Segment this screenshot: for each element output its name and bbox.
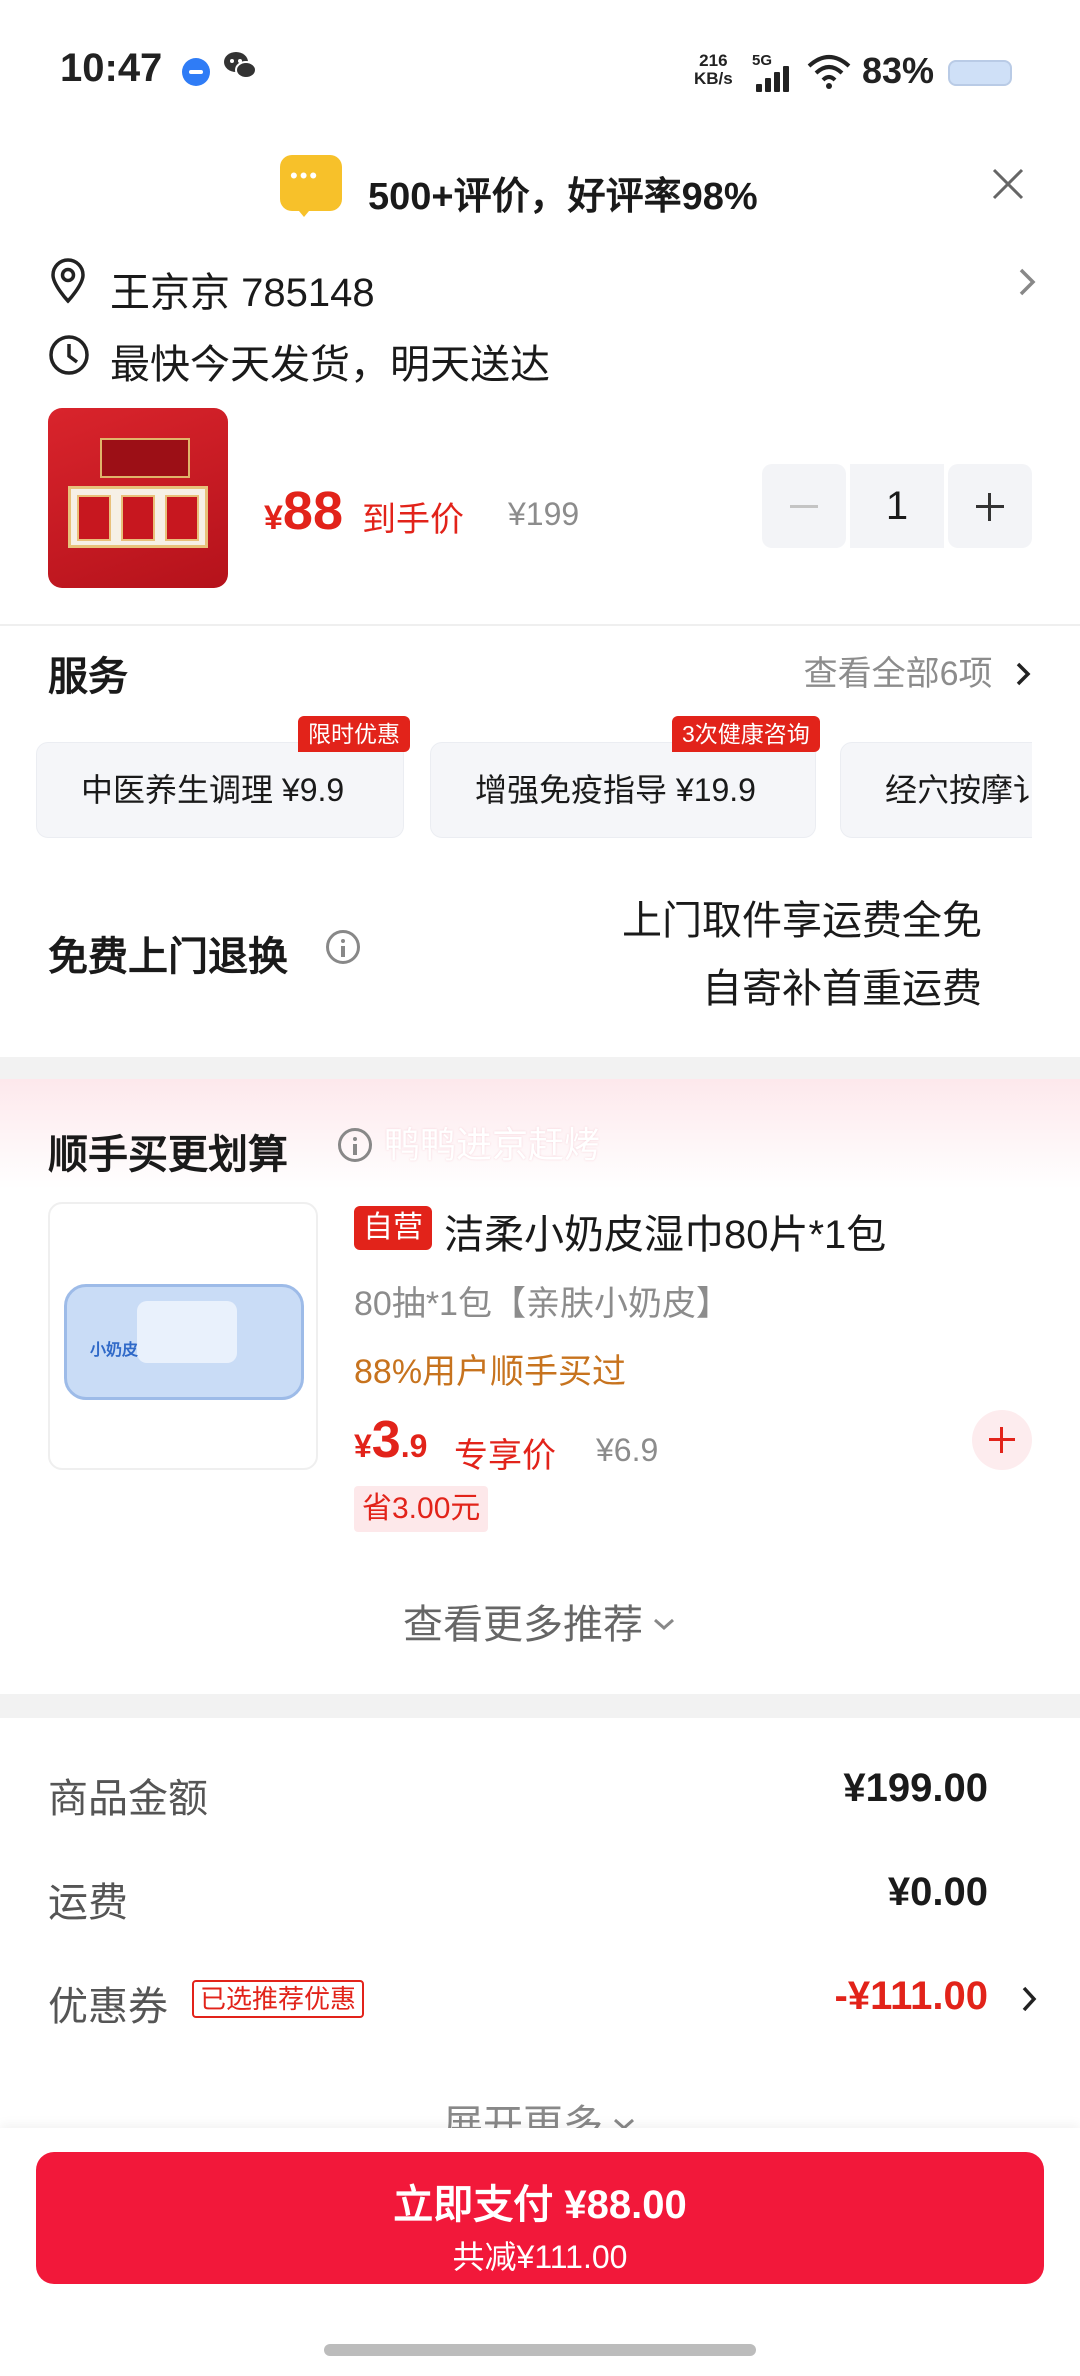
- product-image[interactable]: [48, 408, 228, 588]
- coupon-label: 优惠券: [48, 1985, 168, 2029]
- chat-bubble-tail: [294, 205, 314, 217]
- original-price: ¥199: [508, 496, 580, 532]
- upsell-watermark: 鸭鸭进京赶烤: [384, 1124, 601, 1165]
- section-gap: [0, 1057, 1080, 1079]
- coupon-recommended-tag: 已选推荐优惠: [192, 1980, 365, 2018]
- shipping-estimate: 最快今天发货，明天送达: [110, 343, 550, 387]
- network-speed-value: 216: [699, 51, 728, 70]
- summary-coupon-row[interactable]: 优惠券 已选推荐优惠 -¥111.00: [48, 1974, 1038, 2034]
- quantity-value[interactable]: 1: [850, 464, 944, 548]
- free-return-line1: 上门取件享运费全免: [622, 899, 982, 943]
- battery-level: 83%: [862, 50, 935, 91]
- chevron-right-icon: [1022, 1986, 1037, 2012]
- service-chip[interactable]: 经穴按摩讠: [840, 742, 1032, 838]
- service-tag: 3次健康咨询: [672, 716, 820, 752]
- add-to-order-button[interactable]: [972, 1410, 1032, 1470]
- info-icon[interactable]: [338, 1128, 372, 1162]
- status-bar: 10:47 216 KB/s 5G 83%: [0, 0, 1080, 130]
- services-view-all[interactable]: 查看全部6项: [804, 646, 1032, 695]
- free-return-line2: 自寄补首重运费: [702, 967, 982, 1011]
- currency-symbol: ¥: [264, 499, 283, 537]
- upsell-social-proof: 88%用户顺手买过: [354, 1353, 627, 1391]
- review-summary: 500+评价，好评率98%: [368, 176, 758, 218]
- price-integer: 3: [371, 1411, 401, 1469]
- shipping-row: 最快今天发货，明天送达: [48, 328, 1038, 387]
- total-discount-label: 共减¥111.00: [452, 2239, 628, 2275]
- price-decimal: .9: [400, 1428, 428, 1464]
- upsell-price: ¥3.9: [354, 1410, 427, 1470]
- battery-icon: [948, 60, 1012, 86]
- address-text: 王京京 785148: [110, 271, 375, 315]
- services-scroll[interactable]: 中医养生调理 ¥9.9 限时优惠 增强免疫指导 ¥19.9 3次健康咨询 经穴按…: [36, 716, 1032, 840]
- shipping-fee-value: ¥0.00: [887, 1870, 988, 1914]
- wifi-icon: [806, 52, 852, 92]
- currency-symbol: ¥: [354, 1428, 372, 1464]
- close-icon[interactable]: [988, 164, 1028, 204]
- increase-button[interactable]: [948, 464, 1032, 548]
- pay-now-button[interactable]: 立即支付 ¥88.00 共减¥111.00: [36, 2152, 1044, 2284]
- upsell-product-image[interactable]: 小奶皮: [48, 1202, 318, 1470]
- upsell-saving-badge: 省3.00元: [354, 1486, 489, 1532]
- more-recommendations-label: 查看更多推荐: [403, 1603, 643, 1647]
- upsell-price-label: 专享价: [454, 1437, 556, 1475]
- gift-box: [68, 486, 208, 548]
- summary-goods-row: 商品金额 ¥199.00: [48, 1766, 1038, 1826]
- price-label: 到手价: [362, 501, 464, 539]
- chevron-down-icon: [654, 1618, 674, 1631]
- service-chip-label: 经穴按摩讠: [885, 772, 1032, 808]
- shipping-fee-label: 运费: [48, 1881, 128, 1925]
- network-speed-unit: KB/s: [694, 69, 733, 88]
- pay-now-label: 立即支付 ¥88.00: [393, 2183, 687, 2227]
- upsell-product-spec: 80抽*1包【亲肤小奶皮】: [354, 1285, 730, 1323]
- price-value: 88: [282, 481, 343, 541]
- signal-icon: [756, 64, 796, 92]
- divider: [0, 624, 1080, 626]
- services-title: 服务: [48, 655, 128, 699]
- address-row[interactable]: 王京京 785148: [48, 256, 1038, 315]
- decrease-button[interactable]: [762, 464, 846, 548]
- quantity-stepper: 1: [762, 464, 1032, 548]
- service-chip-label: 增强免疫指导 ¥19.9: [475, 772, 756, 808]
- info-icon[interactable]: [326, 930, 360, 964]
- service-tag: 限时优惠: [298, 716, 410, 752]
- messaging-app-icon: [182, 58, 210, 86]
- service-chip[interactable]: 增强免疫指导 ¥19.9: [430, 742, 816, 838]
- wechat-icon: [222, 50, 258, 91]
- gift-box-lid: [100, 438, 190, 478]
- self-operated-tag: 自营: [354, 1206, 432, 1250]
- goods-amount-value: ¥199.00: [843, 1766, 988, 1810]
- coupon-value: -¥111.00: [834, 1974, 989, 2018]
- view-all-label: 查看全部6项: [803, 655, 993, 693]
- product-row: ¥88 到手价 ¥199 1: [48, 408, 1038, 590]
- product-price: ¥88: [264, 480, 343, 542]
- upsell-original-price: ¥6.9: [596, 1432, 659, 1468]
- chevron-right-icon: [1019, 268, 1036, 296]
- section-gap: [0, 1694, 1080, 1718]
- clock-icon: [49, 335, 89, 375]
- location-pin-icon: [51, 258, 85, 304]
- chevron-right-icon: [1016, 662, 1031, 686]
- upsell-product-name[interactable]: 洁柔小奶皮湿巾80片*1包: [444, 1202, 886, 1260]
- home-indicator[interactable]: [324, 2344, 756, 2356]
- summary-shipping-row: 运费 ¥0.00: [48, 1870, 1038, 1930]
- service-chip-label: 中医养生调理 ¥9.9: [81, 772, 345, 808]
- chat-bubble-icon: [280, 155, 342, 211]
- goods-amount-label: 商品金额: [48, 1777, 208, 1821]
- service-chip[interactable]: 中医养生调理 ¥9.9: [36, 742, 404, 838]
- free-return-title: 免费上门退换: [48, 935, 288, 979]
- upsell-title: 顺手买更划算: [48, 1133, 288, 1177]
- more-recommendations[interactable]: 查看更多推荐: [0, 1592, 1080, 1650]
- network-speed: 216 KB/s: [694, 52, 733, 88]
- wipes-logo: 小奶皮: [90, 1342, 139, 1359]
- status-time: 10:47: [60, 46, 163, 90]
- checkout-bar: 立即支付 ¥88.00 共减¥111.00: [0, 2128, 1080, 2376]
